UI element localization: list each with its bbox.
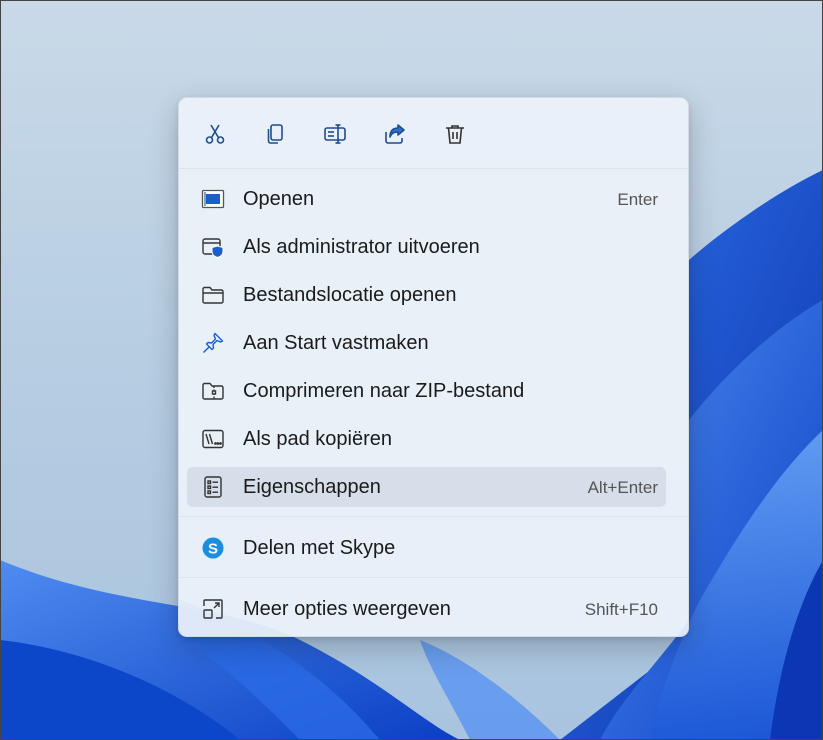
more-options-icon — [203, 599, 223, 619]
share-button[interactable] — [377, 116, 413, 152]
menu-item-label: Meer opties weergeven — [243, 598, 451, 620]
copy-path-icon — [202, 429, 224, 449]
copy-icon — [267, 124, 283, 144]
properties-icon — [204, 476, 222, 498]
cut-icon — [205, 124, 225, 144]
menu-item-label: Aan Start vastmaken — [243, 332, 429, 354]
pin-icon — [203, 332, 224, 353]
menu-item-shortcut: Shift+F10 — [584, 600, 658, 619]
menu-item-shortcut: Enter — [617, 190, 658, 209]
menu-item-share-skype[interactable]: S Delen met Skype — [187, 528, 666, 568]
menu-item-open-file-location[interactable]: Bestandslocatie openen — [187, 275, 666, 315]
menu-item-properties[interactable]: Eigenschappen Alt+Enter — [187, 467, 666, 507]
open-app-icon — [201, 189, 225, 209]
share-icon — [385, 124, 405, 144]
menu-item-label: Eigenschappen — [243, 476, 381, 498]
menu-item-label: Openen — [243, 188, 315, 210]
svg-text:S: S — [208, 541, 218, 558]
menu-divider — [179, 516, 688, 517]
rename-icon — [324, 124, 346, 144]
menu-item-label: Als pad kopiëren — [243, 428, 392, 450]
delete-icon — [446, 125, 464, 144]
toolbar-divider — [179, 168, 688, 169]
menu-item-pin-to-start[interactable]: Aan Start vastmaken — [187, 323, 666, 363]
admin-shield-icon — [202, 238, 224, 259]
context-menu-toolbar — [179, 98, 688, 168]
context-menu: Openen Enter Als administrator uitvoeren… — [178, 97, 689, 637]
skype-icon: S — [202, 537, 224, 559]
menu-item-open[interactable]: Openen Enter — [187, 179, 666, 219]
menu-item-label: Bestandslocatie openen — [243, 284, 457, 306]
menu-item-label: Als administrator uitvoeren — [243, 236, 480, 258]
menu-item-shortcut: Alt+Enter — [587, 478, 658, 497]
menu-item-copy-as-path[interactable]: Als pad kopiëren — [187, 419, 666, 459]
menu-item-run-as-admin[interactable]: Als administrator uitvoeren — [187, 227, 666, 267]
delete-button[interactable] — [437, 116, 473, 152]
menu-item-compress-zip[interactable]: Comprimeren naar ZIP-bestand — [187, 371, 666, 411]
rename-button[interactable] — [317, 116, 353, 152]
zip-folder-icon — [202, 382, 224, 400]
menu-divider — [179, 577, 688, 578]
folder-icon — [202, 286, 224, 304]
menu-item-label: Delen met Skype — [243, 537, 396, 559]
menu-item-label: Comprimeren naar ZIP-bestand — [243, 380, 525, 402]
copy-button[interactable] — [257, 116, 293, 152]
menu-item-show-more-options[interactable]: Meer opties weergeven Shift+F10 — [187, 589, 666, 629]
cut-button[interactable] — [197, 116, 233, 152]
